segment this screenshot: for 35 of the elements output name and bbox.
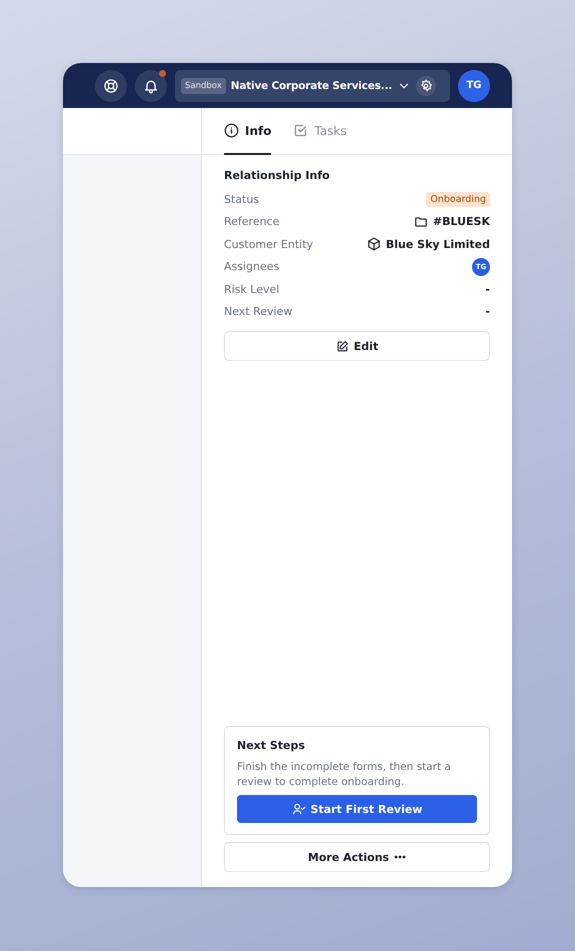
workspace-selector[interactable]: Sandbox Native Corporate Services... (175, 70, 450, 102)
status-badge: Onboarding (426, 192, 490, 207)
section-title: Relationship Info (224, 169, 331, 182)
field-value: - (485, 282, 490, 296)
field-label: Risk Level (224, 282, 280, 296)
notifications-button[interactable] (135, 70, 167, 102)
settings-button[interactable] (416, 76, 436, 96)
info-icon (224, 123, 239, 138)
field-value: #BLUESK (432, 215, 490, 228)
field-label: Assignees (224, 260, 280, 274)
tab[interactable]: Info (224, 108, 272, 155)
field-value: - (485, 305, 490, 318)
pencil-square-icon (336, 340, 349, 352)
card-description: Finish the incomplete forms, then start a review to complete onboarding. (237, 760, 452, 790)
field-label: Next Review (224, 305, 292, 318)
settings-icon (419, 78, 434, 92)
workspace-name: Native Corporate Services... (230, 80, 392, 92)
cube-icon (366, 237, 381, 252)
card-title: Next Steps (237, 739, 306, 752)
lifebuoy-icon (103, 78, 119, 94)
help-button[interactable] (95, 70, 127, 102)
user-check-icon (292, 802, 306, 816)
field-label: Customer Entity (224, 238, 314, 251)
bell-icon (143, 78, 159, 94)
checkbox-icon (293, 123, 308, 138)
user-avatar[interactable]: TG (458, 70, 490, 102)
more-actions-button[interactable]: More Actions (224, 842, 490, 872)
ellipsis-icon (394, 855, 406, 859)
environment-badge: Sandbox (181, 78, 226, 94)
folder-icon (414, 214, 428, 229)
field-label: Reference (224, 215, 280, 228)
edit-button[interactable]: Edit (224, 331, 490, 361)
start-review-button[interactable]: Start First Review (237, 795, 477, 823)
field-value: Blue Sky Limited (386, 238, 490, 251)
field-label: Status (224, 192, 260, 206)
